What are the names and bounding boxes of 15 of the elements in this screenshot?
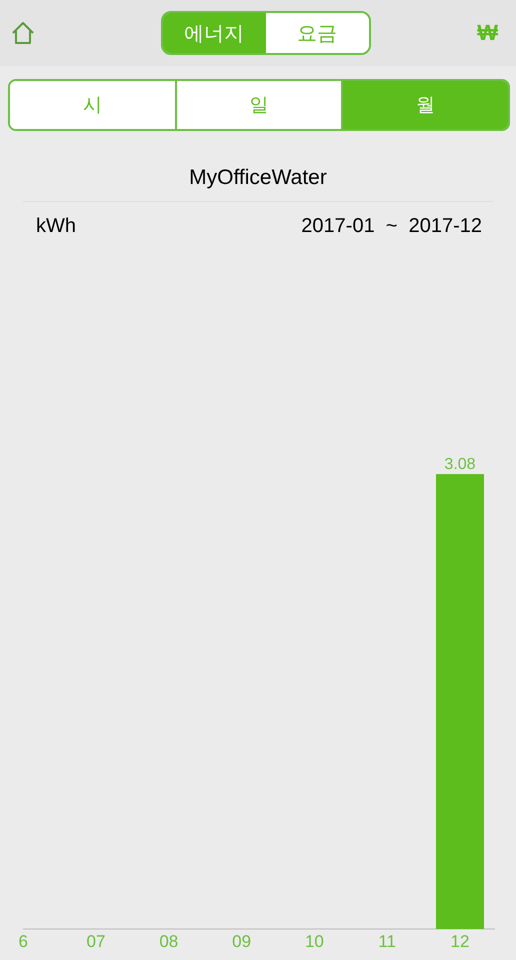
mode-tab[interactable]: 에너지 bbox=[162, 13, 266, 53]
unit-label: kWh bbox=[36, 214, 76, 238]
value-label: 3.08 bbox=[444, 456, 476, 474]
axis-label: 09 bbox=[232, 932, 252, 951]
axis-label: 11 bbox=[378, 932, 396, 951]
axis-label: 12 bbox=[450, 932, 470, 951]
axis-label: 07 bbox=[86, 932, 106, 951]
axis-label: 10 bbox=[304, 932, 324, 951]
meter-title: MyOfficeWater bbox=[23, 161, 493, 202]
currency-button[interactable]: ₩ bbox=[477, 20, 498, 46]
axis-label: 08 bbox=[159, 932, 178, 951]
axis-label: 6 bbox=[18, 932, 28, 951]
date-range: 2017-01 ~ 2017-12 bbox=[301, 214, 482, 238]
home-icon[interactable] bbox=[10, 20, 36, 46]
period-tab[interactable]: 월 bbox=[341, 81, 508, 129]
